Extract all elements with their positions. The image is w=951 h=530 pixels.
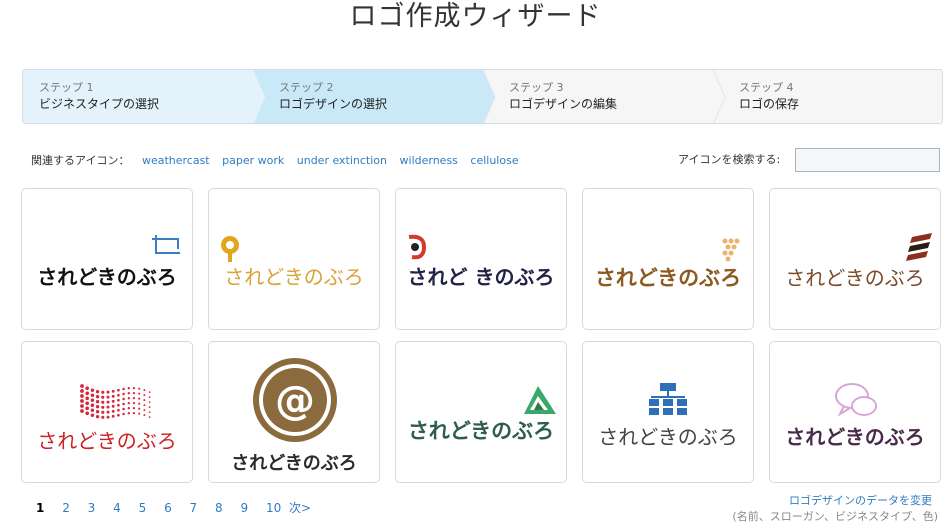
next-page-link[interactable]: 次> xyxy=(289,499,311,516)
dot-triangle-icon xyxy=(722,238,740,262)
page-link[interactable]: 4 xyxy=(113,501,121,515)
page-link[interactable]: 5 xyxy=(139,501,147,515)
logo-card[interactable]: されど きのぶろ xyxy=(395,188,567,330)
page-link[interactable]: 6 xyxy=(164,501,172,515)
crop-frame-icon xyxy=(152,235,180,254)
page-link[interactable]: 2 xyxy=(62,501,70,515)
logo-card[interactable]: されどきのぶろ xyxy=(582,188,754,330)
logo-text: されどきのぶろ xyxy=(37,429,177,453)
page-link[interactable]: 7 xyxy=(190,501,198,515)
step-label: ロゴデザインの選択 xyxy=(279,97,388,111)
step-label: ロゴの保存 xyxy=(739,97,800,111)
wizard-steps: ステップ 1 ビジネスタイプの選択 ステップ 2 ロゴデザインの選択 ステップ … xyxy=(22,69,943,124)
green-triangle-icon xyxy=(524,386,556,414)
step-number: ステップ 1 xyxy=(39,81,94,94)
related-tag-link[interactable]: under extinction xyxy=(297,154,387,167)
steps-background xyxy=(23,70,726,123)
page-link[interactable]: 8 xyxy=(215,501,223,515)
logo-card[interactable]: されどきのぶろ xyxy=(21,341,193,483)
red-d-swirl-icon xyxy=(408,234,427,260)
stripes-icon xyxy=(906,233,932,261)
related-icons: 関連するアイコン： weathercast paper work under e… xyxy=(31,152,519,168)
speech-bubbles-icon xyxy=(835,383,877,417)
logo-text: されどきのぶろ xyxy=(224,265,364,289)
logo-text: されどきのぶろ xyxy=(231,453,357,474)
step-1[interactable]: ステップ 1 ビジネスタイプの選択 xyxy=(39,80,159,112)
logo-text: されどきのぶろ xyxy=(407,419,555,443)
step-2[interactable]: ステップ 2 ロゴデザインの選択 xyxy=(279,80,387,112)
page-link[interactable]: 9 xyxy=(240,501,248,515)
icon-search-input[interactable] xyxy=(795,148,940,172)
logo-card[interactable]: されどきのぶろ xyxy=(769,341,941,483)
logo-text: されどきのぶろ xyxy=(37,265,177,289)
page-link-current[interactable]: 1 xyxy=(36,501,44,515)
step-number: ステップ 3 xyxy=(509,81,564,94)
related-tag-link[interactable]: cellulose xyxy=(470,154,518,167)
step-number: ステップ 4 xyxy=(739,81,794,94)
logo-card[interactable]: されどきのぶろ xyxy=(582,341,754,483)
org-chart-icon xyxy=(649,383,687,415)
logo-card[interactable]: @ されどきのぶろ xyxy=(208,341,380,483)
pagination: 1 2 3 4 5 6 7 8 9 10 次> xyxy=(36,499,325,516)
edit-logo-data-hint: (名前、スローガン、ビジネスタイプ、色) xyxy=(732,510,938,523)
related-tag-link[interactable]: paper work xyxy=(222,154,284,167)
step-4[interactable]: ステップ 4 ロゴの保存 xyxy=(739,80,799,112)
related-label: 関連するアイコン： xyxy=(31,154,130,167)
page-title: ロゴ作成ウィザード xyxy=(349,1,602,32)
step-number: ステップ 2 xyxy=(279,81,334,94)
icon-search-label: アイコンを検索する: xyxy=(678,153,781,166)
logo-card[interactable]: されどきのぶろ xyxy=(21,188,193,330)
step-label: ロゴデザインの編集 xyxy=(509,97,618,111)
logo-card[interactable]: されどきのぶろ xyxy=(208,188,380,330)
logo-text: されどきのぶろ xyxy=(785,266,925,290)
related-tag-link[interactable]: weathercast xyxy=(142,154,210,167)
svg-text:@: @ xyxy=(275,378,315,424)
page-link[interactable]: 3 xyxy=(88,501,96,515)
step-3[interactable]: ステップ 3 ロゴデザインの編集 xyxy=(509,80,617,112)
logo-text: されど きのぶろ xyxy=(407,265,555,289)
logo-card[interactable]: されどきのぶろ xyxy=(395,341,567,483)
edit-logo-data-link[interactable]: ロゴデザインのデータを変更 xyxy=(789,492,932,508)
step-label: ビジネスタイプの選択 xyxy=(39,97,160,111)
page-link[interactable]: 10 xyxy=(266,501,281,515)
logo-text: されどきのぶろ xyxy=(594,266,742,290)
logo-text: されどきのぶろ xyxy=(598,425,738,449)
location-pin-icon xyxy=(221,236,239,262)
logo-card[interactable]: されどきのぶろ xyxy=(769,188,941,330)
red-dot-wave-icon xyxy=(80,384,151,419)
related-tag-link[interactable]: wilderness xyxy=(400,154,458,167)
logo-text: されどきのぶろ xyxy=(785,425,925,449)
